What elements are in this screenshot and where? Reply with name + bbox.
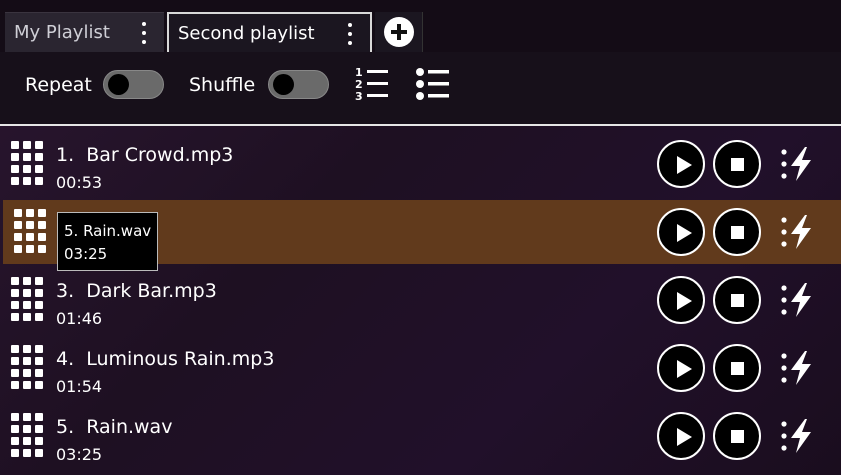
tooltip-duration: 03:25 [64, 245, 108, 263]
track-row[interactable]: 3. Dark Bar.mp3 01:46 [0, 268, 841, 332]
quick-action-icon[interactable] [779, 282, 813, 318]
tooltip-title: 5. Rain.wav [64, 222, 152, 240]
bulleted-list-icon[interactable] [414, 66, 450, 102]
tab-bar: My Playlist Second playlist [0, 0, 841, 52]
drag-handle-icon[interactable] [11, 141, 43, 187]
kebab-menu-icon[interactable] [142, 22, 146, 46]
track-title: 3. Dark Bar.mp3 [56, 280, 217, 302]
repeat-label: Repeat [25, 74, 92, 96]
track-duration: 03:25 [56, 445, 103, 464]
play-button[interactable] [657, 208, 705, 256]
track-row[interactable]: 5. Rain.wav 03:25 [0, 404, 841, 468]
track-title: 4. Luminous Rain.mp3 [56, 348, 275, 370]
quick-action-icon[interactable] [779, 146, 813, 182]
divider [0, 124, 841, 126]
stop-button[interactable] [713, 412, 761, 460]
track-duration: 00:53 [56, 173, 103, 192]
track-row[interactable]: 4. Luminous Rain.mp3 01:54 [0, 336, 841, 400]
stop-button[interactable] [713, 208, 761, 256]
track-duration: 01:54 [56, 377, 103, 396]
drag-handle-icon[interactable] [11, 345, 43, 391]
quick-action-icon[interactable] [779, 350, 813, 386]
add-icon [384, 17, 414, 47]
quick-action-icon[interactable] [779, 214, 813, 250]
quick-action-icon[interactable] [779, 418, 813, 454]
repeat-toggle[interactable] [103, 70, 164, 99]
track-row[interactable]: 1. Bar Crowd.mp3 00:53 [0, 132, 841, 196]
drag-tooltip: 5. Rain.wav 03:25 [57, 212, 158, 271]
track-title: 1. Bar Crowd.mp3 [56, 144, 234, 166]
play-button[interactable] [657, 344, 705, 392]
stop-button[interactable] [713, 140, 761, 188]
stop-button[interactable] [713, 276, 761, 324]
shuffle-label: Shuffle [189, 74, 256, 96]
kebab-menu-icon[interactable] [348, 23, 352, 47]
drag-handle-icon[interactable] [11, 413, 43, 459]
shuffle-toggle[interactable] [268, 70, 329, 99]
tab-label: My Playlist [14, 22, 110, 43]
track-title: 5. Rain.wav [56, 416, 173, 438]
numbered-list-icon[interactable]: 1 2 3 [354, 66, 390, 102]
stop-button[interactable] [713, 344, 761, 392]
play-button[interactable] [657, 140, 705, 188]
tab-my-playlist[interactable]: My Playlist [5, 12, 164, 52]
playback-toolbar: Repeat Shuffle 1 2 3 [0, 52, 841, 125]
play-button[interactable] [657, 412, 705, 460]
play-button[interactable] [657, 276, 705, 324]
drag-handle-icon[interactable] [11, 277, 43, 323]
track-duration: 01:46 [56, 309, 103, 328]
tab-second-playlist[interactable]: Second playlist [167, 12, 372, 52]
drag-handle-icon[interactable] [14, 209, 46, 255]
tab-label: Second playlist [178, 22, 315, 44]
svg-text:3: 3 [355, 90, 363, 102]
add-playlist-button[interactable] [375, 12, 423, 52]
